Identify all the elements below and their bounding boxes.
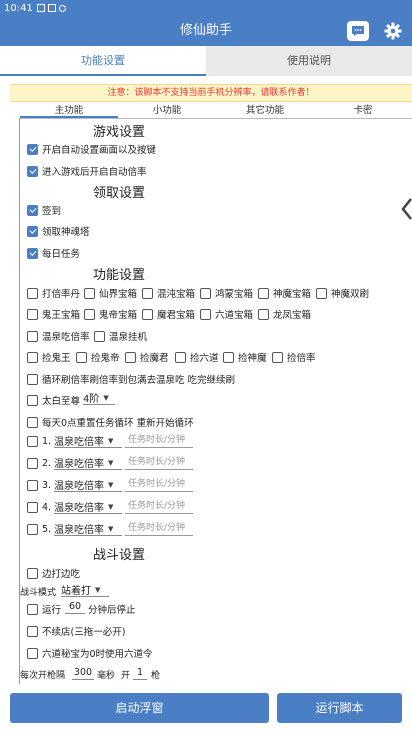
checkbox-soul-tower[interactable]: 领取神魂塔 (27, 224, 90, 238)
checkbox-task-3[interactable]: 3. (27, 480, 51, 491)
status-bar: 10:41 (0, 0, 412, 16)
subtab-small[interactable]: 小功能 (118, 104, 216, 118)
subtab-main[interactable]: 主功能 (20, 104, 118, 118)
settings-button[interactable] (382, 20, 404, 42)
checkbox-run-timer[interactable]: 运行 (27, 602, 61, 616)
main-tabs: 功能设置 使用说明 (0, 46, 412, 76)
fire-open-label: 开 (121, 671, 131, 681)
task-1-duration-input[interactable]: 任务时长/分钟 (125, 434, 193, 448)
battle-mode-select[interactable]: 站着打 ▼ (61, 583, 109, 597)
checkbox-shenmo-double[interactable]: 神魔双刷 (316, 286, 369, 300)
checkbox-ghost-king-chest[interactable]: 鬼王宝箱 (27, 307, 80, 321)
fire-unit-label: 毫秒 (97, 671, 116, 681)
chat-button[interactable] (347, 21, 369, 41)
caret-down-icon: ▼ (108, 458, 114, 467)
section-title-game: 游戏设置 (93, 125, 146, 140)
section-title-function: 功能设置 (93, 268, 146, 283)
fire-interval-label: 每次开枪隔 (20, 671, 66, 681)
sim-icon (47, 4, 56, 12)
checkbox-hongmeng-chest[interactable]: 鸿蒙宝箱 (200, 286, 253, 300)
task-3-select[interactable]: 温泉吃倍率 ▼ (54, 478, 122, 492)
checkbox-sign-in[interactable]: 签到 (27, 203, 61, 217)
start-float-window-button[interactable]: 启动浮窗 (10, 693, 269, 723)
checkbox-demon-lord-chest[interactable]: 魔君宝箱 (142, 307, 195, 321)
checkbox-six-path-token[interactable]: 六道秘宝为0时使用六道令 (27, 646, 153, 660)
image-icon (36, 4, 45, 12)
subtab-other[interactable]: 其它功能 (216, 104, 314, 118)
checkbox-task-2[interactable]: 2. (27, 458, 51, 469)
caret-down-icon: ▼ (108, 524, 114, 533)
task-4-duration-input[interactable]: 任务时长/分钟 (125, 500, 193, 514)
run-minutes-input[interactable]: 60 (65, 600, 85, 614)
task-2-select[interactable]: 温泉吃倍率 ▼ (54, 456, 122, 470)
checkbox-box[interactable] (27, 165, 38, 177)
caret-down-icon: ▼ (108, 502, 114, 511)
checkbox-auto-settings[interactable]: 开启自动设置画面以及按键 (27, 142, 156, 156)
caret-down-icon: ▼ (108, 436, 114, 445)
record-icon (58, 4, 66, 12)
run-suffix-label: 分钟后停止 (88, 605, 136, 616)
section-title-battle: 战斗设置 (93, 548, 146, 563)
caret-down-icon: ▼ (103, 393, 109, 402)
checkbox-auto-multiplier[interactable]: 进入游戏后开启自动倍率 (27, 164, 147, 178)
tab-function-settings[interactable]: 功能设置 (0, 46, 206, 76)
task-4-select[interactable]: 温泉吃倍率 ▼ (54, 500, 122, 514)
checkbox-dragon-phoenix-chest[interactable]: 龙凤宝箱 (258, 307, 311, 321)
checkbox-task-5[interactable]: 5. (27, 524, 51, 535)
fire-suffix-label: 枪 (151, 671, 161, 681)
fire-count-input[interactable]: 1 (133, 666, 147, 680)
chat-icon (352, 26, 364, 36)
caret-down-icon: ▼ (108, 480, 114, 489)
checkbox-task-1[interactable]: 1. (27, 436, 51, 447)
checkbox-ghost-emperor-chest[interactable]: 鬼帝宝箱 (84, 307, 137, 321)
taibai-level-select[interactable]: 4阶 ▼ (83, 391, 115, 405)
resolution-warning: 注意：该脚本不支持当前手机分辨率，请联系作者！ (10, 84, 412, 102)
collapse-arrow-icon[interactable] (401, 198, 412, 220)
checkbox-box[interactable] (27, 247, 38, 259)
checkbox-fight-and-eat[interactable]: 边打边吃 (27, 566, 80, 580)
checkbox-box[interactable] (27, 204, 38, 216)
section-title-collect: 领取设置 (93, 186, 146, 201)
task-3-duration-input[interactable]: 任务时长/分钟 (125, 478, 193, 492)
checkbox-pick-multiplier[interactable]: 捡倍率 (272, 350, 316, 364)
checkbox-daily-reset[interactable]: 每天0点重置任务循环 重新开始循环 (27, 415, 194, 429)
checkbox-chaos-chest[interactable]: 混沌宝箱 (142, 286, 195, 300)
sub-tabs: 主功能 小功能 其它功能 卡密 (20, 104, 412, 118)
checkbox-multiplier-pill[interactable]: 打倍率丹 (27, 286, 80, 300)
checkbox-no-revive[interactable]: 不续店(三拖一必开) (27, 624, 125, 638)
caret-down-icon: ▼ (95, 585, 101, 594)
tab-instructions[interactable]: 使用说明 (206, 46, 412, 76)
checkbox-immortal-chest[interactable]: 仙界宝箱 (84, 286, 137, 300)
run-script-button[interactable]: 运行脚本 (277, 693, 402, 723)
checkbox-box[interactable] (27, 143, 38, 155)
checkbox-pick-demon-lord[interactable]: 捡魔君 (125, 350, 169, 364)
fire-interval-input[interactable]: 300 (72, 666, 94, 680)
checkbox-task-4[interactable]: 4. (27, 502, 51, 513)
checkbox-box[interactable] (27, 225, 38, 237)
checkbox-hot-spring-multiplier[interactable]: 温泉吃倍率 (27, 329, 90, 343)
task-2-duration-input[interactable]: 任务时长/分钟 (125, 456, 193, 470)
task-1-select[interactable]: 温泉吃倍率 ▼ (54, 434, 122, 448)
checkbox-hot-spring-idle[interactable]: 温泉挂机 (94, 329, 147, 343)
task-5-select[interactable]: 温泉吃倍率 ▼ (54, 522, 122, 536)
status-time: 10:41 (4, 2, 33, 14)
checkbox-pick-ghost-king[interactable]: 捡鬼王 (27, 350, 71, 364)
app-bar: 修仙助手 (0, 16, 412, 46)
subtab-card-key[interactable]: 卡密 (314, 104, 412, 118)
gear-icon (384, 22, 402, 40)
checkbox-taibai[interactable]: 太白至尊 (27, 393, 80, 407)
task-5-duration-input[interactable]: 任务时长/分钟 (125, 522, 193, 536)
checkbox-pick-ghost-emperor[interactable]: 捡鬼帝 (76, 350, 120, 364)
checkbox-loop-multiplier[interactable]: 循环刷倍率刷倍率到包满去温泉吃 吃完继续刷 (27, 372, 235, 386)
checkbox-pick-shenmo[interactable]: 捡神魔 (223, 350, 267, 364)
checkbox-daily-task[interactable]: 每日任务 (27, 246, 80, 260)
checkbox-six-path-chest[interactable]: 六道宝箱 (200, 307, 253, 321)
checkbox-pick-six-path[interactable]: 捡六道 (175, 350, 219, 364)
battle-mode-label: 战斗模式 (20, 588, 57, 598)
checkbox-shenmo-chest[interactable]: 神魔宝箱 (258, 286, 311, 300)
